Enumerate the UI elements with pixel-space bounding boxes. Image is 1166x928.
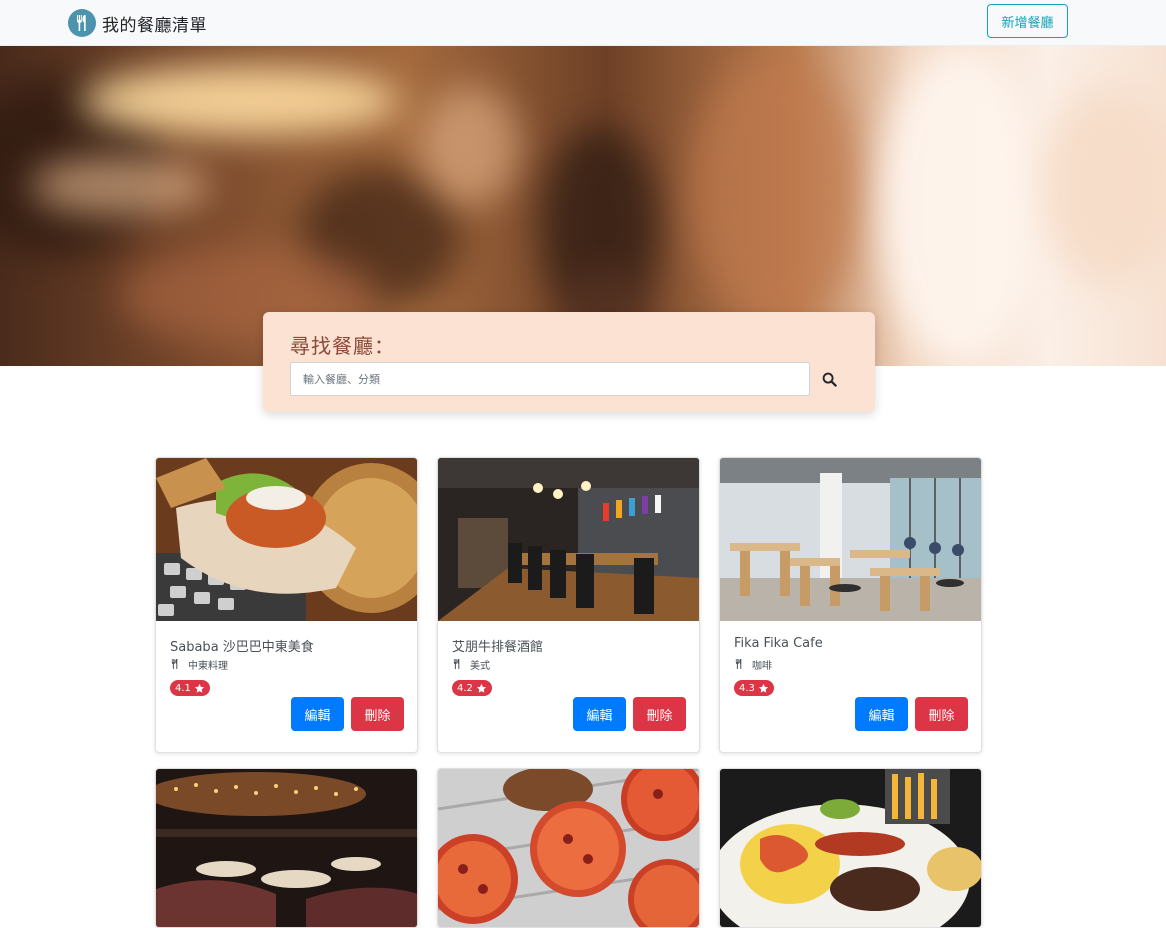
restaurant-image[interactable]: [156, 458, 417, 621]
star-icon: [194, 683, 204, 693]
restaurant-name[interactable]: Sababa 沙巴巴中東美食: [170, 636, 314, 655]
search-title: 尋找餐廳：: [290, 334, 395, 358]
rating-badge: 4.1: [170, 680, 210, 696]
brand-title: 我的餐廳清單: [102, 15, 207, 36]
rating-badge: 4.2: [452, 680, 492, 696]
search-input[interactable]: [290, 362, 810, 396]
rating-value: 4.1: [175, 682, 191, 694]
restaurant-card[interactable]: Sababa 沙巴巴中東美食 中東料理 4.1 編輯 刪除: [155, 457, 418, 753]
restaurant-name[interactable]: Fika Fika Cafe: [734, 636, 823, 651]
restaurant-card[interactable]: [155, 768, 418, 928]
restaurant-image[interactable]: [156, 769, 417, 927]
edit-button[interactable]: 編輯: [291, 697, 344, 731]
restaurant-image[interactable]: [720, 458, 981, 621]
star-icon: [758, 683, 768, 693]
utensils-icon: [453, 659, 460, 669]
restaurant-category: 咖啡: [734, 657, 772, 672]
restaurant-image[interactable]: [438, 458, 699, 621]
utensils-icon: [735, 659, 742, 669]
utensils-icon: [68, 9, 96, 37]
restaurant-name[interactable]: 艾朋牛排餐酒館: [452, 636, 543, 655]
search-panel: 尋找餐廳：: [263, 312, 875, 412]
restaurant-image[interactable]: [438, 769, 699, 927]
delete-button[interactable]: 刪除: [351, 697, 404, 731]
category-label: 美式: [470, 660, 490, 672]
brand-link[interactable]: 我的餐廳清單: [68, 8, 207, 38]
rating-value: 4.3: [739, 682, 755, 694]
edit-button[interactable]: 編輯: [855, 697, 908, 731]
delete-button[interactable]: 刪除: [915, 697, 968, 731]
restaurant-card[interactable]: [719, 768, 982, 928]
star-icon: [476, 683, 486, 693]
restaurant-category: 中東料理: [170, 657, 228, 672]
rating-badge: 4.3: [734, 680, 774, 696]
category-label: 咖啡: [752, 660, 772, 672]
edit-button[interactable]: 編輯: [573, 697, 626, 731]
search-icon: [822, 372, 837, 387]
restaurant-card[interactable]: [437, 768, 700, 928]
delete-button[interactable]: 刪除: [633, 697, 686, 731]
restaurant-card[interactable]: 艾朋牛排餐酒館 美式 4.2 編輯 刪除: [437, 457, 700, 753]
restaurant-category: 美式: [452, 657, 490, 672]
rating-value: 4.2: [457, 682, 473, 694]
restaurant-image[interactable]: [720, 769, 981, 927]
restaurant-card[interactable]: Fika Fika Cafe 咖啡 4.3 編輯 刪除: [719, 457, 982, 753]
category-label: 中東料理: [188, 660, 228, 672]
utensils-icon: [171, 659, 178, 669]
add-restaurant-button[interactable]: 新增餐廳: [987, 4, 1068, 38]
search-button[interactable]: [818, 368, 840, 390]
navbar: 我的餐廳清單 新增餐廳: [0, 0, 1166, 46]
